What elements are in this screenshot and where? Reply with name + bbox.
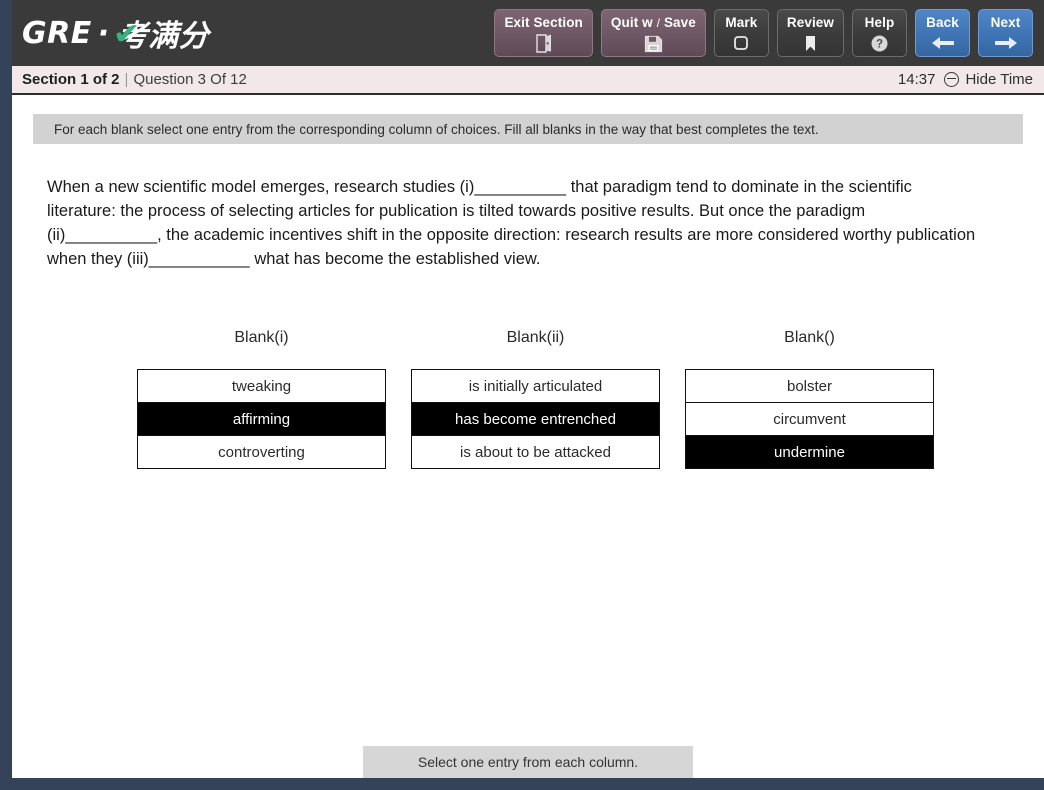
- choice-option[interactable]: has become entrenched: [412, 403, 659, 436]
- arrow-right-icon: [994, 33, 1018, 53]
- mark-label: Mark: [725, 15, 758, 30]
- instruction-banner: For each blank select one entry from the…: [33, 114, 1023, 144]
- toolbar-buttons: Exit Section Quit w / Save Mark Review H…: [494, 9, 1044, 57]
- footer-note-text: Select one entry from each column.: [363, 746, 693, 778]
- hide-time-button[interactable]: Hide Time: [944, 71, 1033, 88]
- review-button[interactable]: Review: [776, 9, 844, 57]
- answer-column-blank-iii: Blank() bolster circumvent undermine: [685, 329, 934, 469]
- quit-with-save-label: Quit w / Save: [610, 15, 696, 30]
- back-label: Back: [926, 15, 959, 30]
- section-status-bar: Section 1 of 2 | Question 3 Of 12 14:37 …: [12, 66, 1044, 95]
- back-button[interactable]: Back: [915, 9, 970, 57]
- section-separator: |: [124, 71, 129, 88]
- mark-button[interactable]: Mark: [713, 9, 769, 57]
- logo-gre-text: GRE: [22, 15, 92, 51]
- svg-text:?: ?: [876, 38, 883, 50]
- logo-dot: ·: [97, 15, 110, 51]
- arrow-left-icon: [931, 33, 955, 53]
- choice-option[interactable]: controverting: [138, 436, 385, 468]
- review-label: Review: [786, 15, 834, 30]
- timer-area: 14:37 Hide Time: [898, 71, 1033, 88]
- bookmark-filled-icon: [802, 33, 819, 53]
- passage-text: When a new scientific model emerges, res…: [47, 178, 976, 268]
- exam-window: GRE · 考满分 ✔ Exit Section Quit w / Save M…: [0, 0, 1044, 790]
- choice-option[interactable]: tweaking: [138, 370, 385, 403]
- next-label: Next: [990, 15, 1021, 30]
- floppy-save-icon: [644, 34, 663, 53]
- quit-with-save-button[interactable]: Quit w / Save: [600, 9, 706, 57]
- exit-section-label: Exit Section: [504, 15, 583, 30]
- exit-section-button[interactable]: Exit Section: [494, 9, 593, 57]
- choice-option[interactable]: circumvent: [686, 403, 933, 436]
- help-label: Help: [864, 15, 895, 30]
- column-title-blank-i: Blank(i): [234, 329, 289, 346]
- column-title-blank-iii: Blank(): [784, 329, 835, 346]
- choice-list-blank-i: tweaking affirming controverting: [137, 369, 386, 469]
- answer-column-blank-i: Blank(i) tweaking affirming controvertin…: [137, 329, 386, 469]
- hide-time-label: Hide Time: [965, 71, 1033, 88]
- answer-column-blank-ii: Blank(ii) is initially articulated has b…: [411, 329, 660, 469]
- answer-columns: Blank(i) tweaking affirming controvertin…: [12, 329, 1044, 469]
- help-button[interactable]: Help ?: [852, 9, 907, 57]
- exam-inner: GRE · 考满分 ✔ Exit Section Quit w / Save M…: [12, 0, 1044, 778]
- section-label: Section 1 of 2: [22, 71, 120, 88]
- app-logo: GRE · 考满分 ✔: [22, 11, 209, 55]
- choice-option[interactable]: undermine: [686, 436, 933, 468]
- bookmark-outline-icon: [732, 33, 750, 53]
- instruction-text: For each blank select one entry from the…: [54, 121, 819, 137]
- footer-note-area: Select one entry from each column.: [12, 746, 1044, 778]
- top-toolbar: GRE · 考满分 ✔ Exit Section Quit w / Save M…: [12, 0, 1044, 66]
- choice-list-blank-ii: is initially articulated has become entr…: [411, 369, 660, 469]
- choice-option[interactable]: is initially articulated: [412, 370, 659, 403]
- column-title-blank-ii: Blank(ii): [506, 329, 565, 346]
- choice-option[interactable]: affirming: [138, 403, 385, 436]
- choice-list-blank-iii: bolster circumvent undermine: [685, 369, 934, 469]
- check-mark-icon: ✔: [112, 17, 141, 52]
- choice-option[interactable]: bolster: [686, 370, 933, 403]
- timer-value: 14:37: [897, 71, 936, 88]
- next-button[interactable]: Next: [978, 9, 1033, 57]
- question-content: For each blank select one entry from the…: [12, 114, 1044, 778]
- question-circle-icon: ?: [870, 33, 889, 53]
- minus-circle-icon: [944, 72, 960, 87]
- door-exit-icon: [535, 33, 552, 53]
- choice-option[interactable]: is about to be attacked: [412, 436, 659, 468]
- question-counter: Question 3 Of 12: [133, 71, 247, 88]
